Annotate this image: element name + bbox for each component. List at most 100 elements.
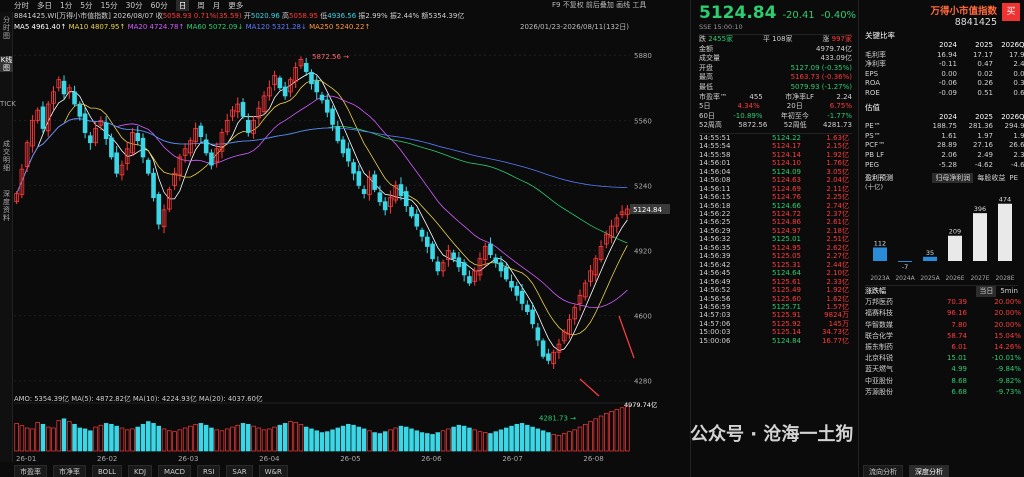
buy-button[interactable]: 买 bbox=[1002, 3, 1020, 21]
tab-sar[interactable]: SAR bbox=[226, 465, 253, 477]
mover-row[interactable]: 万邦医药 70.39 20.00% bbox=[865, 297, 1021, 308]
volume-bar bbox=[509, 425, 514, 452]
tab-kdj[interactable]: KDJ bbox=[128, 465, 153, 477]
candle-body bbox=[82, 113, 88, 133]
tab-wr[interactable]: W&R bbox=[258, 465, 288, 477]
volume-bar bbox=[61, 418, 67, 452]
forecast-label: 2025A bbox=[920, 275, 940, 282]
period-tab[interactable]: 60分 bbox=[151, 0, 168, 11]
volume-bar bbox=[261, 429, 267, 452]
ret-20d: 6.75% bbox=[829, 102, 852, 111]
volume-bar bbox=[361, 428, 367, 452]
tab-boll[interactable]: BOLL bbox=[92, 465, 122, 477]
forecast-bar bbox=[948, 235, 962, 262]
watermark-text: 公众号 · 沧海一土狗 bbox=[690, 424, 854, 445]
tab-rsi[interactable]: RSI bbox=[197, 465, 221, 477]
side-tab-kline[interactable]: K线图 bbox=[0, 56, 13, 72]
period-tab[interactable]: 5分 bbox=[80, 0, 92, 11]
volume-bar bbox=[209, 427, 214, 452]
x-tick-label: 26-07 bbox=[502, 455, 522, 463]
volume-bar bbox=[114, 425, 119, 452]
volume-bar bbox=[103, 423, 109, 452]
date-range: 2026/01/23-2026/08/11(132日) bbox=[520, 23, 630, 31]
volume-bar bbox=[230, 426, 235, 452]
tick-list[interactable]: 14:55:51 5124.22 1.63亿 14:55:54 5124.17 2.15亿… bbox=[699, 132, 852, 345]
period-tab[interactable]: 1分 bbox=[60, 0, 72, 11]
side-tab-tick[interactable]: TICK bbox=[0, 100, 16, 108]
tick-row: 14:56:25 5124.86 2.61亿 bbox=[699, 218, 849, 227]
tick-row: 14:56:32 5125.01 2.51亿 bbox=[699, 235, 849, 244]
tab-forecast-pe[interactable]: PE bbox=[1009, 173, 1018, 183]
volume-bar bbox=[182, 427, 188, 452]
period-tab-more[interactable]: 更多 bbox=[228, 0, 243, 11]
candle-body bbox=[456, 257, 462, 268]
volume-bar bbox=[335, 427, 341, 452]
volume-bar bbox=[35, 422, 40, 452]
mover-row[interactable]: 蓝天燃气 4.99 -9.84% bbox=[865, 364, 1021, 375]
tab-today[interactable]: 当日 bbox=[976, 286, 997, 298]
x-tick-label: 26-05 bbox=[340, 455, 360, 463]
mover-row[interactable]: 北京科锐 15.01 -10.01% bbox=[865, 353, 1021, 364]
candle-body bbox=[409, 207, 414, 217]
volume-bar bbox=[77, 427, 83, 452]
y-tick-label: 4280 bbox=[634, 378, 652, 386]
tick-row: 15:00:06 5124.84 16.77亿 bbox=[699, 336, 849, 345]
mover-row[interactable]: 中亚股份 8.68 -9.82% bbox=[865, 376, 1021, 387]
period-tab[interactable]: 多日 bbox=[37, 0, 52, 11]
candle-body bbox=[498, 262, 504, 272]
forecast-unit: (十亿) bbox=[865, 183, 884, 192]
candle-body bbox=[540, 340, 546, 357]
candle-body bbox=[77, 104, 83, 117]
mover-row[interactable]: 芳源股份 6.68 -9.73% bbox=[865, 387, 1021, 398]
index-code: 8841425.WI[万得小市值指数] bbox=[14, 12, 111, 20]
mover-row[interactable]: 联合化学 58.74 15.04% bbox=[865, 331, 1021, 342]
movers-list[interactable]: 万邦医药 70.39 20.00% 福赛科技 96.16 20.00% 华智数媒 7.80 20… bbox=[865, 297, 1021, 398]
x-tick-label: 26-03 bbox=[178, 455, 198, 463]
ratio-row: PCF™28.8927.1626.68 bbox=[865, 141, 1024, 150]
forecast-label: 2023A bbox=[870, 275, 890, 282]
side-tab-depth[interactable]: 深度资料 bbox=[0, 190, 13, 222]
tab-deep-analysis[interactable]: 深度分析 bbox=[909, 465, 949, 477]
mover-row[interactable]: 福赛科技 96.16 20.00% bbox=[865, 308, 1021, 319]
period-tab[interactable]: 周 bbox=[197, 0, 205, 11]
volume-bar bbox=[493, 431, 498, 452]
period-tab[interactable]: 月 bbox=[213, 0, 221, 11]
ratio-row: ROA-0.060.260.32 bbox=[865, 79, 1024, 88]
side-tabs: 分时图 K线图 TICK 成交明细 深度资料 bbox=[0, 12, 16, 462]
forecast-bar bbox=[973, 213, 987, 262]
high-marker: 5872.56 → bbox=[312, 53, 349, 61]
chart-tools[interactable]: F9 不复权 前后叠加 画线 工具 bbox=[552, 0, 646, 11]
high-value: 5058.95 bbox=[289, 12, 318, 20]
candle-body bbox=[140, 137, 146, 158]
tab-eps[interactable]: 每股收益 bbox=[977, 173, 1005, 183]
mover-row[interactable]: 振东制药 6.01 14.26% bbox=[865, 342, 1021, 353]
open: 5127.09 (-0.35%) bbox=[790, 63, 852, 72]
volume-bar bbox=[572, 429, 577, 452]
volume-bar bbox=[140, 423, 146, 452]
candle-body bbox=[198, 125, 204, 138]
period-tab[interactable]: 分时 bbox=[14, 0, 29, 11]
x-tick-label: 26-01 bbox=[16, 455, 36, 463]
tab-5min[interactable]: 5min bbox=[1000, 286, 1018, 297]
side-tab-timeshare[interactable]: 分时图 bbox=[0, 16, 13, 40]
tick-row: 14:56:04 5124.09 3.05亿 bbox=[699, 167, 849, 176]
volume-bar bbox=[514, 423, 520, 452]
tab-macd[interactable]: MACD bbox=[158, 465, 192, 477]
tab-pb[interactable]: 市净率 bbox=[53, 465, 86, 477]
volume-bar bbox=[235, 424, 241, 452]
tab-net-profit[interactable]: 归母净利润 bbox=[932, 173, 974, 184]
tab-pe[interactable]: 市盈率 bbox=[14, 465, 47, 477]
volume-bar bbox=[588, 421, 593, 452]
period-toolbar: 分时 多日 1分 5分 15分 30分 60分 日 周 月 更多 bbox=[14, 0, 243, 11]
tab-flow[interactable]: 流向分析 bbox=[863, 465, 903, 477]
candlestick-chart[interactable]: 5880 5560 5240 4920 4600 4280 5872.56 → 4281.73… bbox=[14, 33, 670, 477]
forecast-bar-chart: 112 2023A -7 2024A 35 2025A 209 2026E 396 2027E 47… bbox=[870, 196, 1014, 282]
period-tab[interactable]: 15分 bbox=[101, 0, 118, 11]
period-tab-day[interactable]: 日 bbox=[175, 0, 190, 11]
candle-body bbox=[530, 309, 535, 325]
period-tab[interactable]: 30分 bbox=[126, 0, 143, 11]
volume-bar bbox=[456, 424, 462, 452]
mover-row[interactable]: 华智数媒 7.80 20.00% bbox=[865, 320, 1021, 331]
side-tab-detail[interactable]: 成交明细 bbox=[0, 140, 13, 172]
volume-bar bbox=[425, 433, 430, 452]
